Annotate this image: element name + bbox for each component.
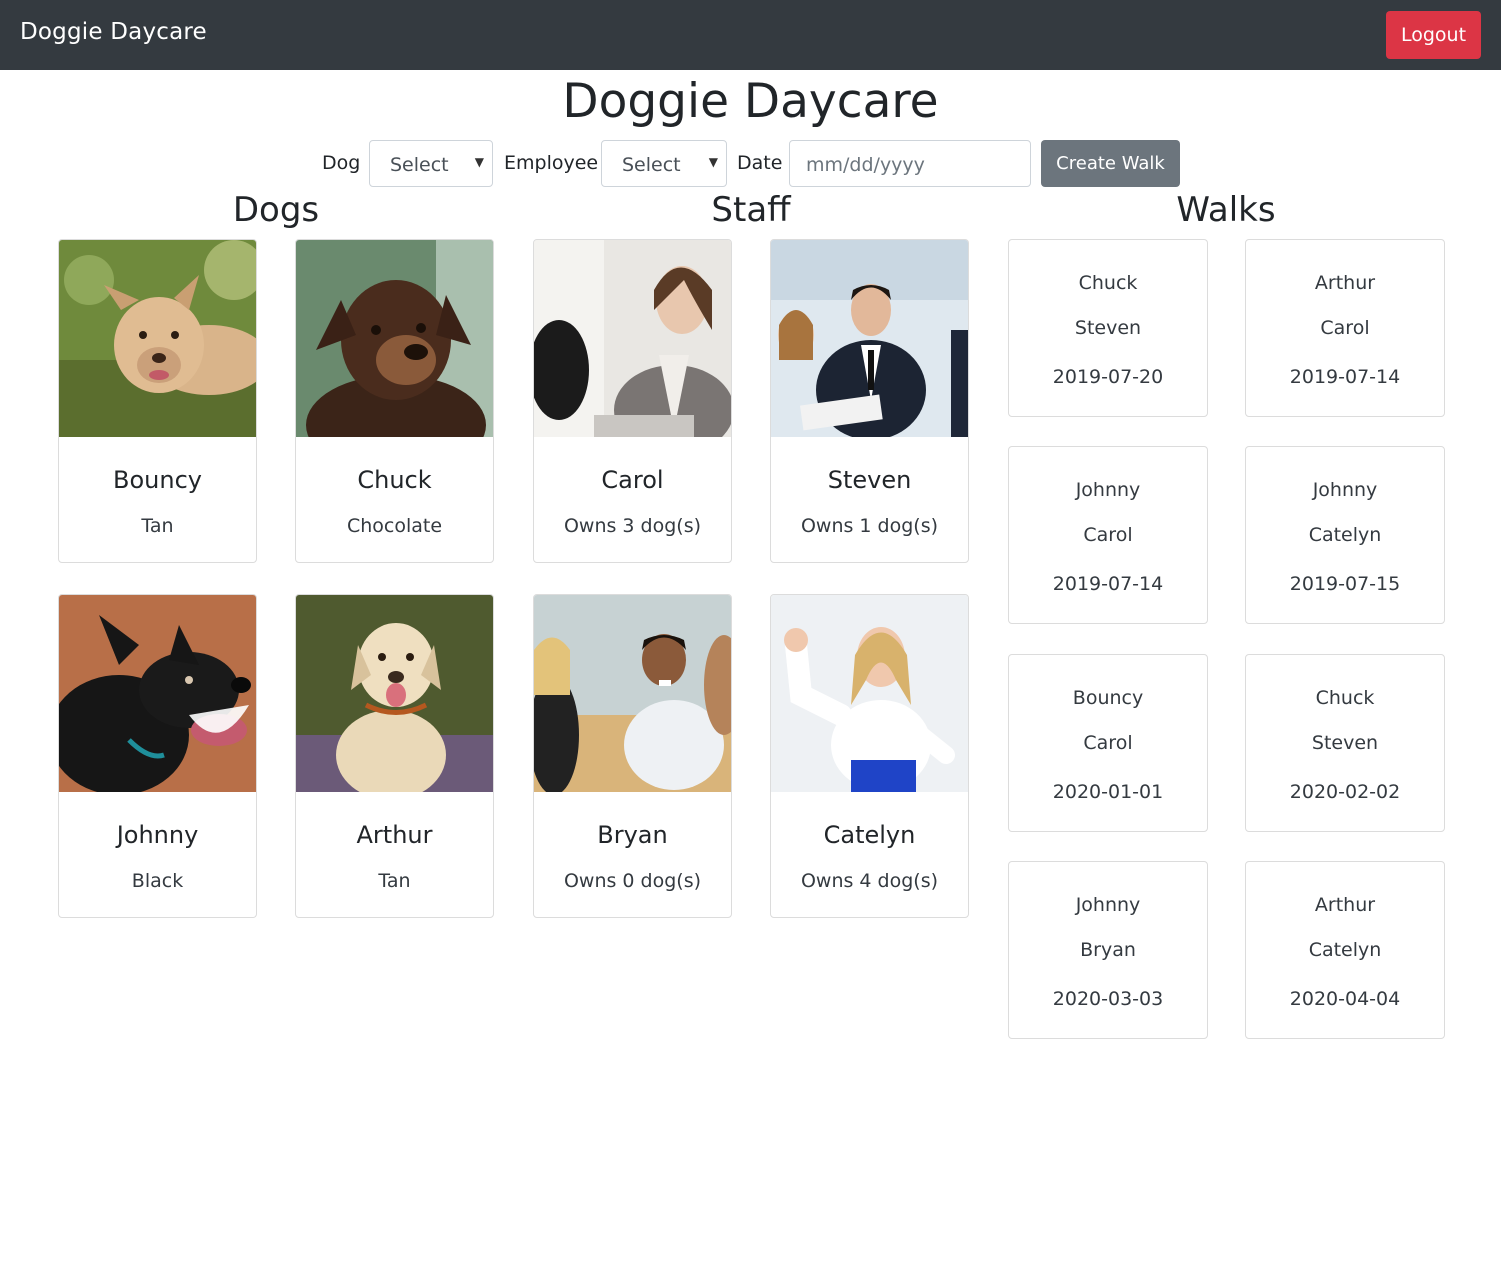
- walk-card[interactable]: Chuck Steven 2020-02-02: [1245, 654, 1445, 832]
- staff-owns: Owns 4 dog(s): [800, 870, 939, 892]
- date-placeholder: mm/dd/yyyy: [806, 154, 925, 176]
- dog-color: Chocolate: [346, 515, 443, 537]
- employee-label: Employee: [504, 152, 599, 174]
- staff-owns: Owns 3 dog(s): [563, 515, 702, 537]
- dog-card[interactable]: Bouncy Tan: [58, 239, 257, 563]
- walk-date: 2019-07-20: [1052, 366, 1164, 388]
- staff-name: Carol: [601, 466, 664, 494]
- walk-date: 2019-07-14: [1052, 573, 1164, 595]
- walk-card[interactable]: Johnny Bryan 2020-03-03: [1008, 861, 1208, 1039]
- businesswoman-photo: [534, 240, 731, 437]
- walk-employee: Bryan: [1080, 939, 1136, 961]
- dog-select[interactable]: Select ▼: [369, 140, 493, 187]
- walk-card[interactable]: Arthur Carol 2019-07-14: [1245, 239, 1445, 417]
- brown-dog-photo: [296, 240, 493, 437]
- walk-date: 2020-03-03: [1052, 988, 1164, 1010]
- dog-color: Tan: [141, 515, 174, 537]
- walk-dog: Chuck: [1315, 687, 1375, 709]
- walk-card[interactable]: Bouncy Carol 2020-01-01: [1008, 654, 1208, 832]
- walk-employee: Steven: [1311, 732, 1379, 754]
- staff-card[interactable]: Bryan Owns 0 dog(s): [533, 594, 732, 918]
- navbar: Doggie Daycare Logout: [0, 0, 1501, 70]
- walk-dog: Johnny: [1312, 479, 1378, 501]
- walk-dog: Arthur: [1314, 272, 1376, 294]
- chevron-down-icon: ▼: [474, 155, 484, 169]
- tan-puppy-photo: [59, 240, 256, 437]
- employee-select[interactable]: Select ▼: [601, 140, 727, 187]
- office-team-photo: [534, 595, 731, 792]
- staff-card[interactable]: Steven Owns 1 dog(s): [770, 239, 969, 563]
- walk-card[interactable]: Arthur Catelyn 2020-04-04: [1245, 861, 1445, 1039]
- walk-employee: Steven: [1074, 317, 1142, 339]
- dog-color: Black: [131, 870, 184, 892]
- walk-dog: Chuck: [1078, 272, 1138, 294]
- walk-card[interactable]: Johnny Catelyn 2019-07-15: [1245, 446, 1445, 624]
- dog-card[interactable]: Johnny Black: [58, 594, 257, 918]
- walk-employee: Carol: [1320, 317, 1370, 339]
- businessman-photo: [771, 240, 968, 437]
- walk-dog: Bouncy: [1072, 687, 1144, 709]
- date-label: Date: [737, 152, 783, 174]
- walk-date: 2020-02-02: [1289, 781, 1401, 803]
- walk-date: 2020-04-04: [1289, 988, 1401, 1010]
- staff-card[interactable]: Carol Owns 3 dog(s): [533, 239, 732, 563]
- dog-name: Chuck: [357, 466, 432, 494]
- dog-name: Bouncy: [113, 466, 202, 494]
- staff-card[interactable]: Catelyn Owns 4 dog(s): [770, 594, 969, 918]
- black-dog-photo: [59, 595, 256, 792]
- walk-employee: Catelyn: [1308, 939, 1382, 961]
- dog-name: Arthur: [356, 821, 433, 849]
- dog-name: Johnny: [116, 821, 199, 849]
- staff-name: Bryan: [597, 821, 668, 849]
- page-title: Doggie Daycare: [562, 74, 939, 129]
- dog-card[interactable]: Arthur Tan: [295, 594, 494, 918]
- staff-heading: Staff: [711, 190, 791, 230]
- walk-employee: Carol: [1083, 732, 1133, 754]
- walk-dog: Johnny: [1075, 894, 1141, 916]
- labrador-photo: [296, 595, 493, 792]
- dog-card[interactable]: Chuck Chocolate: [295, 239, 494, 563]
- create-walk-button[interactable]: Create Walk: [1041, 140, 1180, 187]
- employee-select-value: Select: [622, 154, 681, 176]
- walk-employee: Catelyn: [1308, 524, 1382, 546]
- logout-button[interactable]: Logout: [1386, 11, 1481, 59]
- chevron-down-icon: ▼: [708, 155, 718, 169]
- walks-heading: Walks: [1176, 190, 1276, 230]
- dogs-heading: Dogs: [232, 190, 320, 230]
- staff-owns: Owns 1 dog(s): [800, 515, 939, 537]
- walk-date: 2019-07-14: [1289, 366, 1401, 388]
- walk-dog: Arthur: [1314, 894, 1376, 916]
- walk-employee: Carol: [1083, 524, 1133, 546]
- dog-select-value: Select: [390, 154, 449, 176]
- staff-name: Steven: [827, 466, 912, 494]
- walk-card[interactable]: Chuck Steven 2019-07-20: [1008, 239, 1208, 417]
- staff-owns: Owns 0 dog(s): [563, 870, 702, 892]
- strong-woman-photo: [771, 595, 968, 792]
- navbar-brand[interactable]: Doggie Daycare: [20, 19, 207, 45]
- dog-label: Dog: [322, 152, 361, 174]
- staff-name: Catelyn: [823, 821, 916, 849]
- walk-card[interactable]: Johnny Carol 2019-07-14: [1008, 446, 1208, 624]
- dog-color: Tan: [378, 870, 411, 892]
- walk-dog: Johnny: [1075, 479, 1141, 501]
- walk-date: 2020-01-01: [1052, 781, 1164, 803]
- walk-date: 2019-07-15: [1289, 573, 1401, 595]
- date-input[interactable]: mm/dd/yyyy: [789, 140, 1031, 187]
